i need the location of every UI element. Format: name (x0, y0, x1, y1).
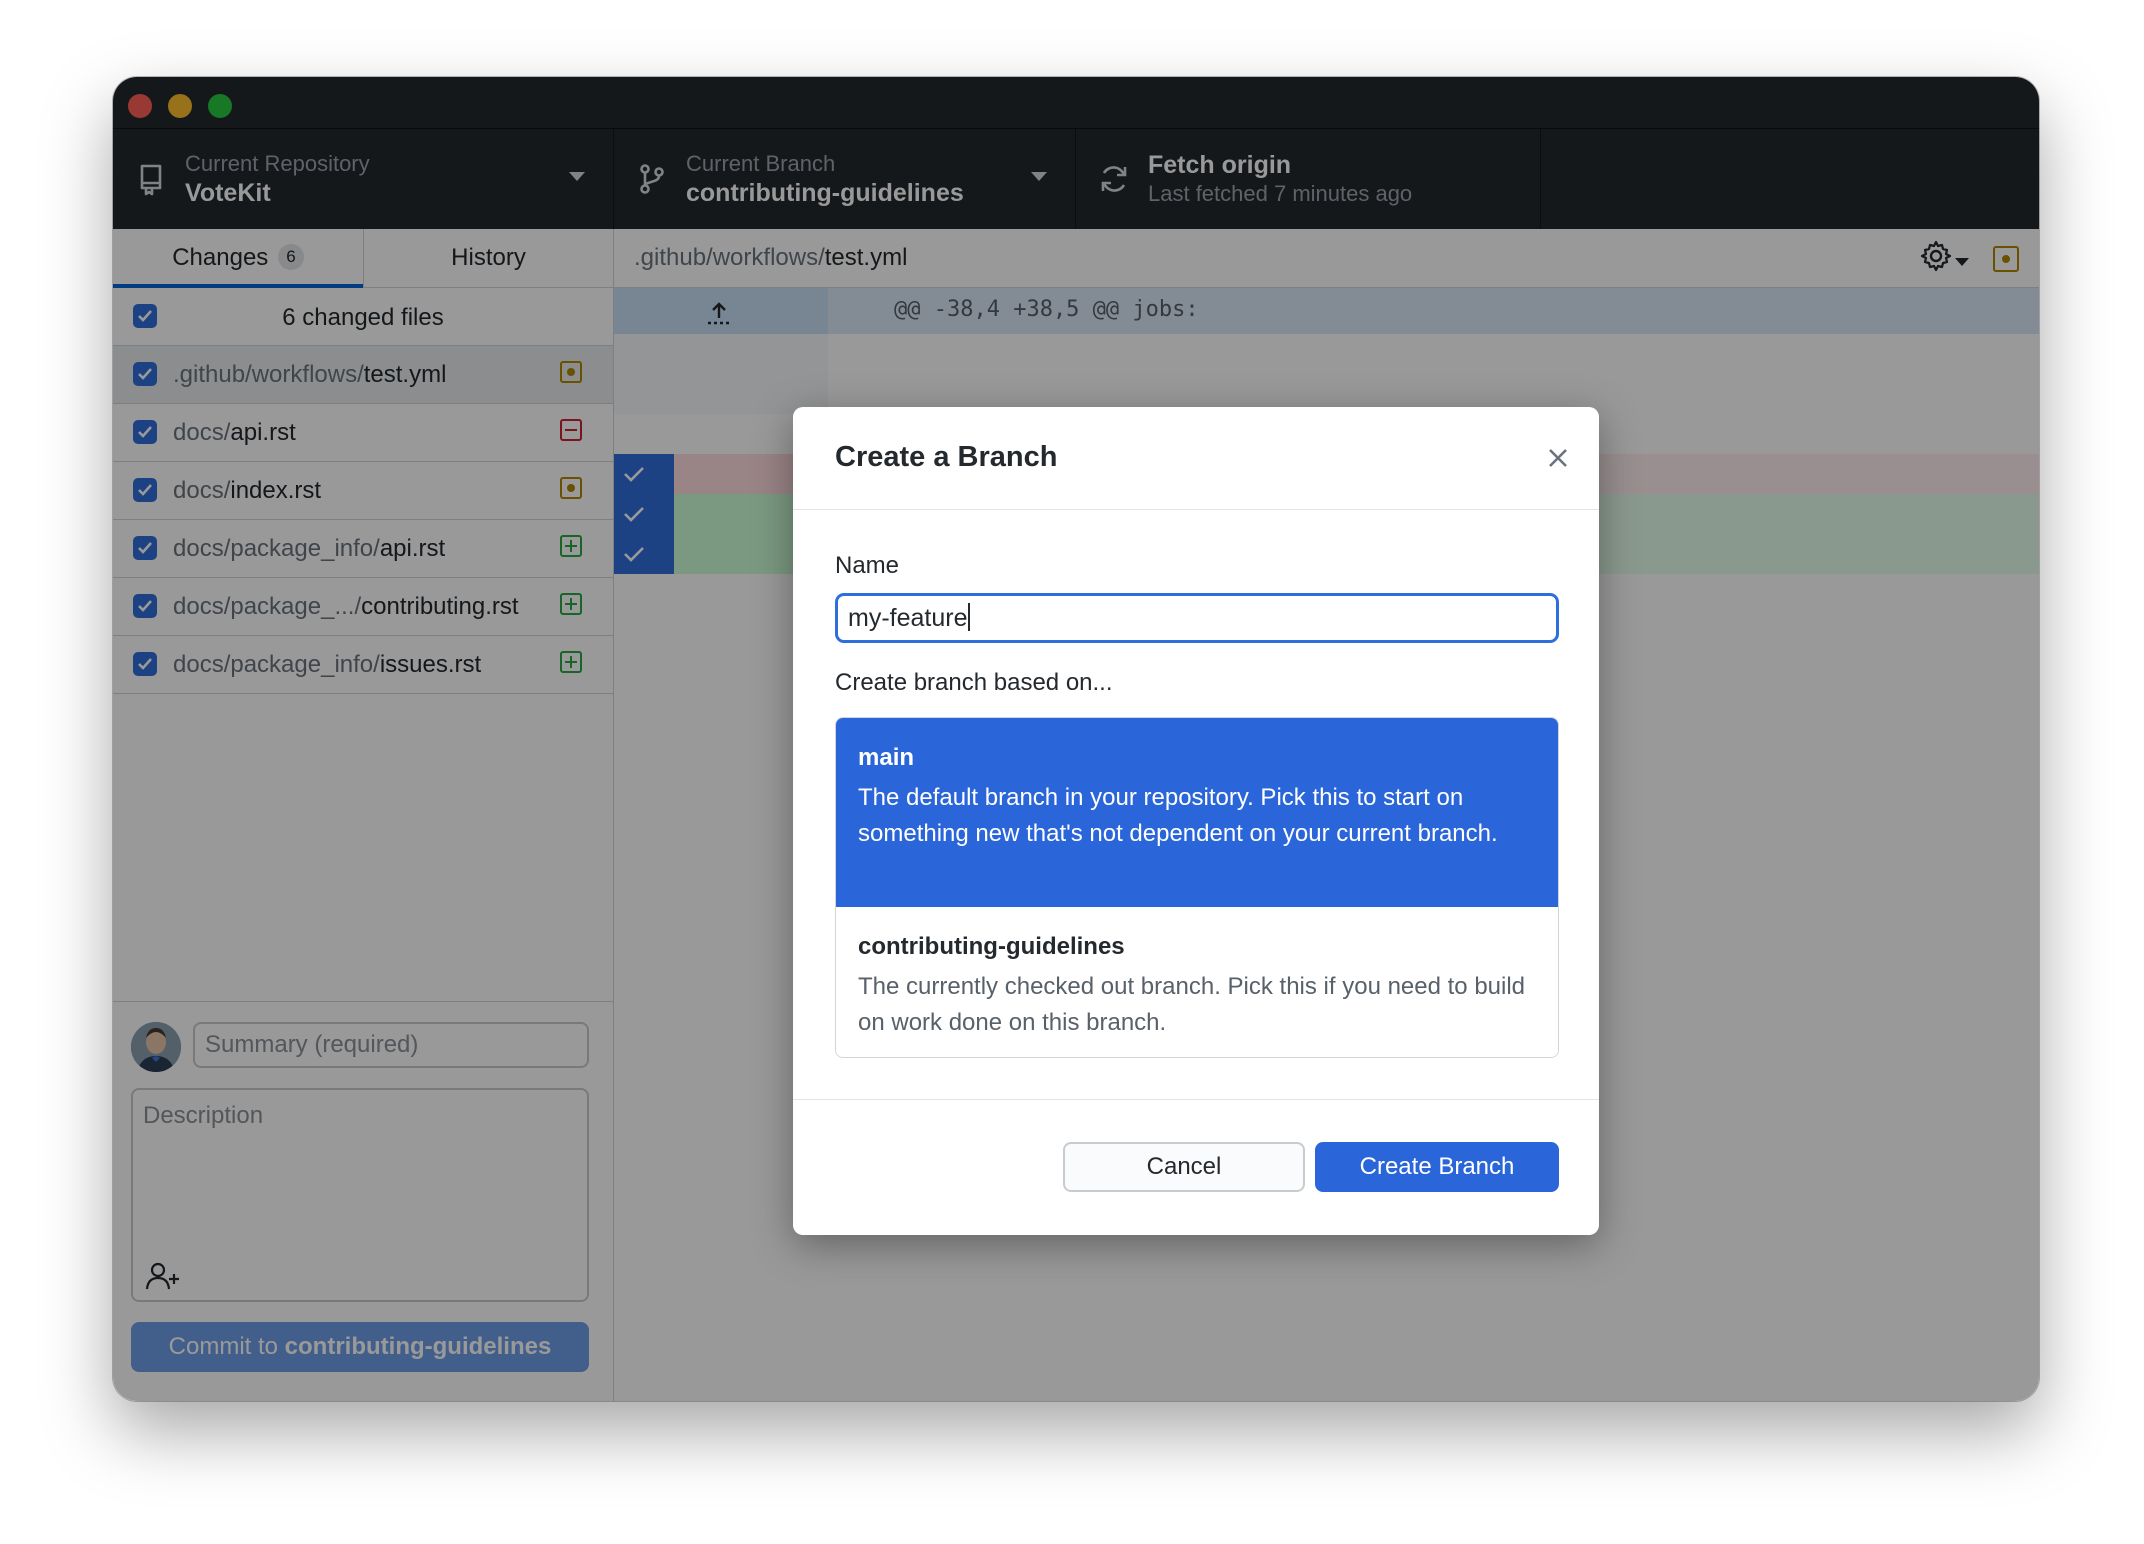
branch-option-name: contributing-guidelines (858, 933, 1125, 960)
text-cursor (968, 603, 971, 632)
dialog-title: Create a Branch (835, 441, 1058, 473)
based-on-label: Create branch based on... (835, 669, 1113, 696)
name-label: Name (835, 552, 900, 579)
branch-option-description: The default branch in your repository. P… (858, 784, 1498, 847)
branch-option-current[interactable]: contributing-guidelines The currently ch… (836, 907, 1558, 1057)
branch-option-main[interactable]: main The default branch in your reposito… (836, 718, 1558, 907)
branch-option-description: The currently checked out branch. Pick t… (858, 973, 1526, 1036)
cancel-button[interactable]: Cancel (1063, 1142, 1305, 1192)
close-icon[interactable] (1543, 443, 1573, 473)
base-branch-list: main The default branch in your reposito… (835, 717, 1559, 1058)
branch-name-value: my-feature (848, 604, 968, 632)
create-branch-dialog: Create a Branch Name my-feature Create b… (793, 407, 1599, 1235)
branch-option-name: main (858, 744, 915, 771)
branch-name-input[interactable]: my-feature (835, 593, 1559, 643)
app-window: Current Repository VoteKit Current Branc… (113, 77, 2039, 1401)
dialog-footer: Cancel Create Branch (793, 1099, 1599, 1235)
dialog-header: Create a Branch (793, 407, 1599, 510)
create-branch-button[interactable]: Create Branch (1315, 1142, 1559, 1192)
